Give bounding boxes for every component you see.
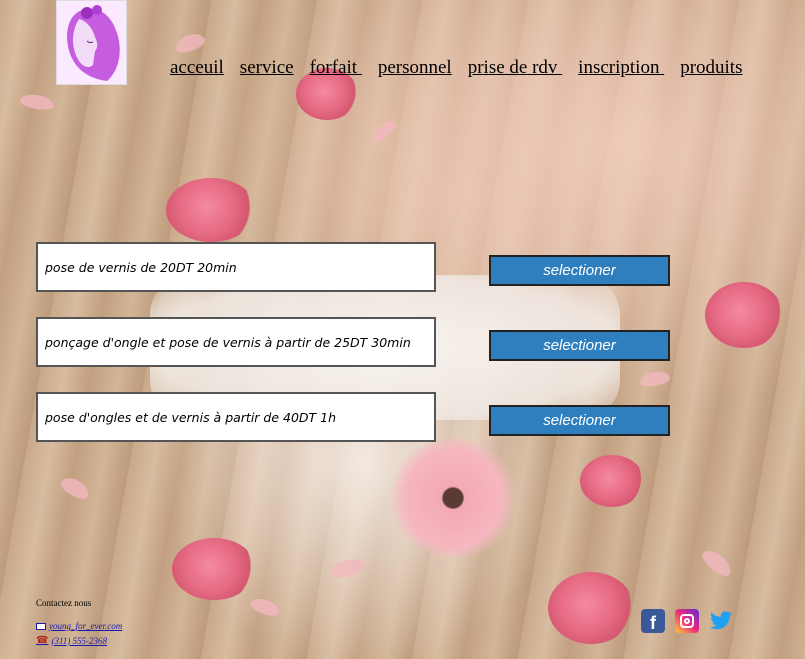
contact-title: Contactez nous bbox=[36, 598, 92, 608]
petal-decoration bbox=[328, 555, 368, 581]
rose-decoration bbox=[548, 572, 634, 644]
instagram-icon[interactable] bbox=[675, 609, 699, 633]
rose-decoration bbox=[705, 282, 783, 348]
rose-decoration bbox=[172, 538, 256, 600]
nav-inscription[interactable]: inscription bbox=[578, 57, 664, 79]
petal-decoration bbox=[19, 92, 55, 112]
phone-text: (311) 555-2368 bbox=[51, 635, 108, 646]
phone-link[interactable]: ☎ (311) 555-2368 bbox=[36, 635, 107, 646]
petal-decoration bbox=[58, 473, 92, 503]
petal-decoration bbox=[369, 117, 399, 145]
nav-forfait[interactable]: forfait bbox=[310, 57, 362, 79]
service-description: pose de vernis de 20DT 20min bbox=[36, 242, 436, 292]
petal-decoration bbox=[639, 369, 671, 389]
nav-produits[interactable]: produits bbox=[680, 57, 742, 79]
phone-icon: ☎ bbox=[36, 635, 49, 646]
nav-prise-de-rdv[interactable]: prise de rdv bbox=[468, 57, 562, 79]
envelope-icon bbox=[36, 622, 46, 630]
daisy-decoration bbox=[388, 438, 518, 558]
facebook-icon[interactable]: f bbox=[641, 609, 665, 633]
nav-service[interactable]: service bbox=[240, 57, 294, 79]
main-nav: acceuil service forfait personnel prise … bbox=[170, 57, 742, 79]
woman-profile-icon bbox=[67, 5, 120, 82]
rose-decoration bbox=[580, 455, 644, 507]
service-description: ponçage d'ongle et pose de vernis à part… bbox=[36, 317, 436, 367]
petal-decoration bbox=[173, 30, 207, 56]
service-description: pose d'ongles et de vernis à partir de 4… bbox=[36, 392, 436, 442]
email-text: young_for_ever.com bbox=[49, 621, 123, 631]
nav-acceuil[interactable]: acceuil bbox=[170, 57, 224, 79]
rose-decoration bbox=[166, 178, 256, 242]
select-button[interactable]: selectioner bbox=[489, 405, 670, 436]
email-link[interactable]: young_for_ever.com bbox=[36, 621, 122, 631]
nav-personnel[interactable]: personnel bbox=[378, 57, 452, 79]
petal-decoration bbox=[248, 595, 282, 619]
select-button[interactable]: selectioner bbox=[489, 330, 670, 361]
petal-decoration bbox=[698, 545, 736, 581]
select-button[interactable]: selectioner bbox=[489, 255, 670, 286]
twitter-icon[interactable] bbox=[709, 609, 733, 633]
salon-logo[interactable] bbox=[56, 0, 127, 85]
